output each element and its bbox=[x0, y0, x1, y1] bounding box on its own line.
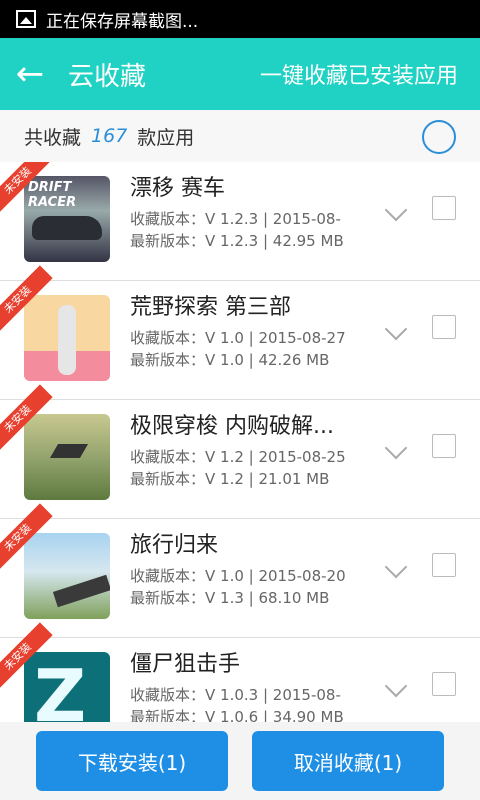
thumbnail-logo-text: Z bbox=[34, 654, 87, 722]
collection-summary: 共收藏 167 款应用 bbox=[0, 110, 480, 163]
list-item[interactable]: 未安装 荒野探索 第三部 收藏版本：V 1.0 | 2015-08-27 最新版… bbox=[0, 265, 480, 400]
list-item[interactable]: 未安装 旅行归来 收藏版本：V 1.0 | 2015-08-20 最新版本：V … bbox=[0, 503, 480, 638]
chevron-down-icon[interactable] bbox=[384, 198, 408, 222]
app-name: 荒野探索 第三部 bbox=[130, 295, 291, 320]
select-checkbox[interactable] bbox=[432, 553, 456, 577]
latest-version: 最新版本：V 1.2.3 | 42.95 MB bbox=[130, 232, 344, 250]
thumbnail-logo-text: DRIFT RACER bbox=[28, 180, 77, 210]
figure-shape bbox=[58, 305, 76, 375]
app-thumbnail bbox=[24, 414, 110, 500]
app-list: 未安装 DRIFT RACER 漂移 赛车 收藏版本：V 1.2.3 | 201… bbox=[0, 162, 480, 722]
app-thumbnail bbox=[24, 533, 110, 619]
car-image bbox=[32, 216, 102, 240]
latest-version: 最新版本：V 1.0 | 42.26 MB bbox=[130, 351, 330, 369]
download-install-button[interactable]: 下载安装(1) bbox=[36, 731, 228, 791]
chevron-down-icon[interactable] bbox=[384, 317, 408, 341]
back-arrow-icon[interactable]: ← bbox=[0, 38, 60, 110]
status-message: 正在保存屏幕截图... bbox=[46, 11, 199, 32]
select-checkbox[interactable] bbox=[432, 434, 456, 458]
summary-prefix: 共收藏 bbox=[24, 126, 82, 149]
app-thumbnail: DRIFT RACER bbox=[24, 176, 110, 262]
collected-version: 收藏版本：V 1.0 | 2015-08-20 bbox=[130, 567, 346, 585]
latest-version: 最新版本：V 1.3 | 68.10 MB bbox=[130, 589, 330, 607]
collected-version: 收藏版本：V 1.0.3 | 2015-08- bbox=[130, 686, 341, 704]
latest-version: 最新版本：V 1.2 | 21.01 MB bbox=[130, 470, 330, 488]
collected-version: 收藏版本：V 1.0 | 2015-08-27 bbox=[130, 329, 346, 347]
bottom-action-bar: 下载安装(1) 取消收藏(1) bbox=[0, 722, 480, 800]
list-item[interactable]: 未安装 Z 僵尸狙击手 收藏版本：V 1.0.3 | 2015-08- 最新版本… bbox=[0, 622, 480, 722]
app-name: 漂移 赛车 bbox=[130, 176, 225, 201]
select-checkbox[interactable] bbox=[432, 196, 456, 220]
latest-version: 最新版本：V 1.0.6 | 34.90 MB bbox=[130, 708, 344, 722]
app-thumbnail bbox=[24, 295, 110, 381]
select-checkbox[interactable] bbox=[432, 315, 456, 339]
screenshot-icon bbox=[16, 10, 36, 28]
summary-suffix: 款应用 bbox=[137, 126, 195, 149]
summary-count: 167 bbox=[91, 125, 128, 147]
select-all-toggle[interactable] bbox=[422, 120, 456, 154]
chevron-down-icon[interactable] bbox=[384, 555, 408, 579]
page-title: 云收藏 bbox=[68, 61, 147, 92]
list-item[interactable]: 未安装 极限穿梭 内购破解... 收藏版本：V 1.2 | 2015-08-25… bbox=[0, 384, 480, 519]
gun-shape bbox=[52, 574, 110, 608]
chevron-down-icon[interactable] bbox=[384, 436, 408, 460]
app-name: 旅行归来 bbox=[130, 533, 219, 558]
collected-version: 收藏版本：V 1.2 | 2015-08-25 bbox=[130, 448, 346, 466]
app-thumbnail: Z bbox=[24, 652, 110, 722]
app-name: 极限穿梭 内购破解... bbox=[130, 414, 334, 439]
collected-version: 收藏版本：V 1.2.3 | 2015-08- bbox=[130, 210, 341, 228]
list-item[interactable]: 未安装 DRIFT RACER 漂移 赛车 收藏版本：V 1.2.3 | 201… bbox=[0, 162, 480, 281]
cancel-collection-button[interactable]: 取消收藏(1) bbox=[252, 731, 444, 791]
collect-installed-button[interactable]: 一键收藏已安装应用 bbox=[260, 58, 458, 90]
app-header: ← 云收藏 一键收藏已安装应用 bbox=[0, 38, 480, 110]
chevron-down-icon[interactable] bbox=[384, 674, 408, 698]
ship-shape bbox=[49, 444, 89, 458]
status-bar: 正在保存屏幕截图... bbox=[0, 0, 480, 38]
app-name: 僵尸狙击手 bbox=[130, 652, 241, 677]
select-checkbox[interactable] bbox=[432, 672, 456, 696]
